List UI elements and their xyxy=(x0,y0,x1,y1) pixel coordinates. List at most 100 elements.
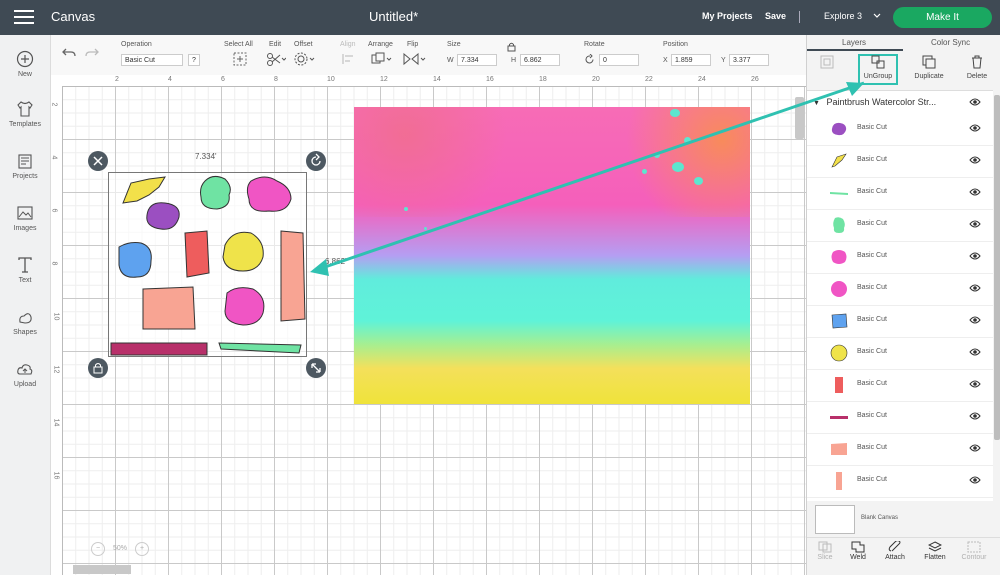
operation-select[interactable]: Basic Cut xyxy=(121,54,183,66)
selected-group[interactable] xyxy=(108,172,307,357)
eye-icon[interactable] xyxy=(969,316,981,324)
rotate-input[interactable]: 0 xyxy=(599,54,639,66)
layer-row[interactable]: Basic Cut xyxy=(807,209,993,242)
duplicate-button[interactable]: Duplicate xyxy=(909,53,949,80)
eye-icon[interactable] xyxy=(969,444,981,452)
slice-label: Slice xyxy=(817,554,833,561)
zoom-control: − 50% + xyxy=(83,542,157,556)
eye-icon[interactable] xyxy=(969,284,981,292)
size-label: Size xyxy=(447,41,461,48)
contour-button[interactable]: Contour xyxy=(956,541,992,561)
delete-handle[interactable] xyxy=(88,151,108,171)
eye-icon[interactable] xyxy=(969,98,981,106)
plus-circle-icon xyxy=(16,50,34,68)
weld-button[interactable]: Weld xyxy=(840,541,876,561)
flatten-label: Flatten xyxy=(924,554,946,561)
nav-text[interactable]: Text xyxy=(0,256,50,284)
rotate-handle[interactable] xyxy=(306,151,326,171)
zoom-in-button[interactable]: + xyxy=(135,542,150,556)
layer-row[interactable]: Basic Cut xyxy=(807,337,993,370)
weld-icon xyxy=(851,541,865,553)
nav-projects[interactable]: Projects xyxy=(0,152,50,180)
save-button[interactable]: Save xyxy=(765,11,786,21)
ruler-tick-label: 4 xyxy=(168,76,172,83)
lock-icon[interactable] xyxy=(507,42,516,52)
layer-row[interactable]: Basic Cut xyxy=(807,401,993,434)
group-button[interactable] xyxy=(807,53,847,69)
eye-icon[interactable] xyxy=(969,124,981,132)
eye-icon[interactable] xyxy=(969,156,981,164)
nav-upload[interactable]: Upload xyxy=(0,360,50,388)
tab-color-sync[interactable]: Color Sync xyxy=(931,38,970,47)
purple-blob xyxy=(146,202,180,230)
width-input[interactable]: 7.334 xyxy=(457,54,497,66)
eye-icon[interactable] xyxy=(969,348,981,356)
layer-row[interactable]: Basic Cut xyxy=(807,465,993,498)
layer-row[interactable]: Basic Cut xyxy=(807,433,993,466)
layers-scrollbar[interactable] xyxy=(994,95,1000,440)
layer-row[interactable]: Basic Cut xyxy=(807,273,993,306)
ungroup-button[interactable]: UnGroup xyxy=(858,53,898,80)
zoom-out-button[interactable]: − xyxy=(91,542,105,556)
menu-icon[interactable] xyxy=(14,10,34,25)
canvas-vertical-scrollbar[interactable] xyxy=(795,97,804,139)
layer-group-header[interactable]: ▼ Paintbrush Watercolor Str... xyxy=(813,97,983,107)
machine-select[interactable]: Explore 3 xyxy=(824,11,881,21)
canvas-horizontal-scrollbar[interactable] xyxy=(73,565,131,574)
eye-icon[interactable] xyxy=(969,188,981,196)
ungroup-icon xyxy=(871,55,885,69)
eye-icon[interactable] xyxy=(969,252,981,260)
splatter xyxy=(654,152,660,158)
contour-label: Contour xyxy=(961,554,987,561)
layer-row[interactable]: Basic Cut xyxy=(807,145,993,178)
height-input[interactable]: 6.862 xyxy=(520,54,560,66)
y-position-input[interactable]: 3.377 xyxy=(729,54,769,66)
layer-row[interactable]: Basic Cut xyxy=(807,241,993,274)
redo-icon[interactable] xyxy=(84,46,100,60)
make-it-button[interactable]: Make It xyxy=(893,7,992,28)
eye-icon[interactable] xyxy=(969,380,981,388)
layer-row[interactable]: Basic Cut xyxy=(807,305,993,338)
nav-projects-label: Projects xyxy=(12,173,38,180)
green-stroke xyxy=(218,342,302,354)
slice-button[interactable]: Slice xyxy=(807,541,843,561)
eye-icon[interactable] xyxy=(969,412,981,420)
layer-row[interactable]: Basic Cut xyxy=(807,113,993,146)
undo-icon[interactable] xyxy=(61,46,77,60)
nav-images[interactable]: Images xyxy=(0,204,50,232)
operation-help-button[interactable]: ? xyxy=(188,54,200,66)
eye-icon[interactable] xyxy=(969,476,981,484)
blank-canvas-swatch[interactable] xyxy=(815,505,855,534)
slice-icon xyxy=(818,541,832,553)
layer-label: Basic Cut xyxy=(857,252,887,259)
operation-value: Basic Cut xyxy=(125,57,155,64)
resize-handle[interactable] xyxy=(306,358,326,378)
offset-icon[interactable] xyxy=(294,52,316,66)
tab-layers[interactable]: Layers xyxy=(842,38,866,47)
watercolor-image[interactable] xyxy=(354,107,750,404)
layer-row[interactable]: Basic Cut xyxy=(807,177,993,210)
nav-new[interactable]: New xyxy=(0,50,50,78)
layer-thumbnail xyxy=(830,192,848,195)
nav-templates[interactable]: Templates xyxy=(0,100,50,128)
nav-images-label: Images xyxy=(13,225,37,232)
layer-row[interactable]: Basic Cut xyxy=(807,369,993,402)
arrange-icon[interactable] xyxy=(371,52,393,66)
attach-button[interactable]: Attach xyxy=(877,541,913,561)
delete-button[interactable]: Delete xyxy=(957,53,997,80)
flip-icon[interactable] xyxy=(403,52,427,66)
watercolor-blush xyxy=(354,107,524,217)
nav-shapes[interactable]: Shapes xyxy=(0,308,50,336)
eye-icon[interactable] xyxy=(969,220,981,228)
align-icon[interactable] xyxy=(341,53,355,65)
ruler-tick-label: 24 xyxy=(698,76,706,83)
design-canvas[interactable]: 2 4 6 8 10 12 14 16 18 20 22 24 26 2 4 6 8 10 12 14 16 7.33… xyxy=(51,75,806,575)
flatten-button[interactable]: Flatten xyxy=(917,541,953,561)
blue-blob xyxy=(118,242,152,278)
select-all-icon[interactable] xyxy=(233,52,247,66)
x-position-input[interactable]: 1.859 xyxy=(671,54,711,66)
scissors-icon[interactable] xyxy=(266,52,286,66)
layer-thumbnail xyxy=(831,443,847,455)
lock-handle[interactable] xyxy=(88,358,108,378)
my-projects-link[interactable]: My Projects xyxy=(702,11,753,21)
